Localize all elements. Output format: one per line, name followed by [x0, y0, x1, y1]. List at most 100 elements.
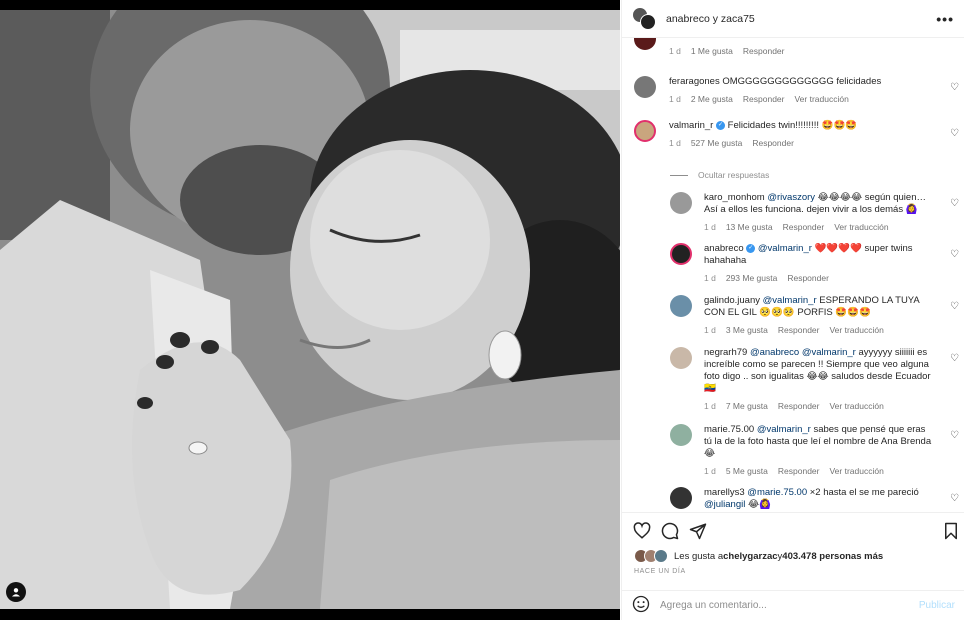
avatar[interactable] [670, 347, 692, 369]
comment-user[interactable]: negrarh79 [704, 347, 747, 358]
reply-button[interactable]: Responder [778, 325, 820, 335]
comment-likes[interactable]: 5 Me gusta [726, 466, 768, 476]
mention-link[interactable]: @anabreco @valmarin_r [750, 347, 856, 358]
post-photo[interactable] [0, 10, 620, 609]
comment-user[interactable]: anabreco [704, 243, 744, 254]
comment-likes[interactable]: 7 Me gusta [726, 401, 768, 411]
heart-icon[interactable]: ♡ [950, 353, 959, 364]
comment-time: 1 d [669, 138, 681, 148]
translate-button[interactable]: Ver traducción [829, 401, 883, 411]
comment-text: 😂🙆‍♀️ [745, 499, 771, 510]
author-link[interactable]: anabreco [666, 13, 710, 25]
translate-button[interactable]: Ver traducción [829, 466, 883, 476]
comment-user[interactable]: marie.75.00 [704, 424, 754, 435]
avatar[interactable] [670, 487, 692, 509]
comment-time: 1 d [704, 273, 716, 283]
comment-likes[interactable]: 2 Me gusta [691, 94, 733, 104]
reply-button[interactable]: Responder [778, 401, 820, 411]
post-timestamp[interactable]: HACE UN DÍA [634, 568, 686, 575]
comment-time: 1 d [704, 401, 716, 411]
reply-button[interactable]: Responder [787, 273, 829, 283]
likes-prefix: Les gusta a [674, 550, 724, 562]
post-photo-panel [0, 0, 620, 620]
reply: galindo.juany @valmarin_r ESPERANDO LA T… [670, 295, 940, 335]
divider [670, 174, 688, 176]
comment-likes[interactable]: 293 Me gusta [726, 273, 778, 283]
heart-icon[interactable]: ♡ [950, 82, 959, 93]
post-actions [622, 512, 964, 548]
mention-link[interactable]: @valmarin_r [763, 295, 817, 306]
heart-icon[interactable] [633, 522, 651, 540]
comment-likes[interactable]: 1 Me gusta [691, 46, 733, 56]
comment-text: ×2 hasta el se me pareció [807, 487, 919, 498]
hide-replies-label: Ocultar respuestas [698, 170, 770, 180]
comments-list[interactable]: 1 d 1 Me gusta Responder feraragones OMG… [622, 38, 964, 511]
comment-time: 1 d [704, 325, 716, 335]
mention-link[interactable]: @valmarin_r [758, 243, 812, 254]
mention-link[interactable]: @juliangil [704, 499, 745, 510]
more-icon[interactable]: ••• [936, 11, 954, 27]
photo-illustration [0, 10, 620, 609]
comment-user[interactable]: karo_monhom [704, 192, 765, 203]
comment-icon[interactable] [661, 522, 679, 540]
hide-replies-button[interactable]: Ocultar respuestas [670, 170, 769, 180]
comment-meta: 1 d 3 Me gusta Responder Ver traducción [704, 325, 934, 335]
avatar [654, 549, 668, 563]
heart-icon[interactable]: ♡ [950, 301, 959, 312]
comment-time: 1 d [704, 222, 716, 232]
avatar[interactable] [634, 38, 656, 50]
comment-text: OMGGGGGGGGGGGGG felicidades [719, 76, 882, 87]
avatar[interactable] [670, 243, 692, 265]
header-avatars[interactable] [632, 6, 658, 31]
share-icon[interactable] [689, 522, 707, 540]
comment-meta: 1 d 5 Me gusta Responder Ver traducción [704, 466, 934, 476]
avatar[interactable] [670, 192, 692, 214]
mention-link[interactable]: @marie.75.00 [747, 487, 807, 498]
comment-likes[interactable]: 527 Me gusta [691, 138, 743, 148]
avatar[interactable] [670, 424, 692, 446]
avatar [640, 13, 656, 30]
translate-button[interactable]: Ver traducción [794, 94, 848, 104]
comment-user[interactable]: feraragones [669, 76, 720, 87]
mention-link[interactable]: @valmarin_r [757, 424, 811, 435]
avatar[interactable] [634, 76, 656, 98]
comment-user[interactable]: galindo.juany [704, 295, 760, 306]
emoji-icon[interactable] [632, 595, 650, 616]
translate-button[interactable]: Ver traducción [829, 325, 883, 335]
author-link[interactable]: zaca75 [721, 13, 755, 25]
publish-button[interactable]: Publicar [919, 600, 955, 611]
heart-icon[interactable]: ♡ [950, 430, 959, 441]
mention-link[interactable]: @rivaszory [767, 192, 815, 203]
likes-avatars [634, 549, 668, 563]
reply-button[interactable]: Responder [783, 222, 825, 232]
comment-meta: 1 d 1 Me gusta Responder [669, 46, 784, 56]
comment-likes[interactable]: 3 Me gusta [726, 325, 768, 335]
comment-text: Felicidades twin!!!!!!!!! 🤩🤩🤩 [725, 120, 858, 131]
user-tag-icon[interactable] [6, 582, 26, 602]
heart-icon[interactable]: ♡ [950, 493, 959, 504]
comment-user[interactable]: valmarin_r [669, 120, 713, 131]
post-header: anabreco y zaca75 ••• [622, 0, 964, 38]
avatar[interactable] [670, 295, 692, 317]
comment-user[interactable]: marellys3 [704, 487, 745, 498]
comment-meta: 1 d 13 Me gusta Responder Ver traducción [704, 222, 934, 232]
comment-input[interactable]: Agrega un comentario... [660, 600, 767, 611]
reply-button[interactable]: Responder [778, 466, 820, 476]
likes-user[interactable]: chelygarzac [723, 551, 777, 562]
translate-button[interactable]: Ver traducción [834, 222, 888, 232]
post-side-panel: anabreco y zaca75 ••• 1 d 1 Me gusta Res… [621, 0, 964, 620]
reply-button[interactable]: Responder [743, 46, 785, 56]
reply-button[interactable]: Responder [752, 138, 794, 148]
bookmark-icon[interactable] [944, 522, 958, 540]
comment: 1 d 1 Me gusta Responder [634, 38, 784, 56]
comment-likes[interactable]: 13 Me gusta [726, 222, 773, 232]
likes-count[interactable]: 403.478 personas más [782, 551, 883, 562]
avatar[interactable] [634, 120, 656, 142]
heart-icon[interactable]: ♡ [950, 128, 959, 139]
comment: feraragones OMGGGGGGGGGGGGG felicidades … [634, 76, 881, 104]
verified-icon: ✓ [716, 120, 725, 130]
heart-icon[interactable]: ♡ [950, 198, 959, 209]
heart-icon[interactable]: ♡ [950, 249, 959, 260]
add-comment-bar: Agrega un comentario... Publicar [622, 590, 964, 620]
reply-button[interactable]: Responder [743, 94, 785, 104]
